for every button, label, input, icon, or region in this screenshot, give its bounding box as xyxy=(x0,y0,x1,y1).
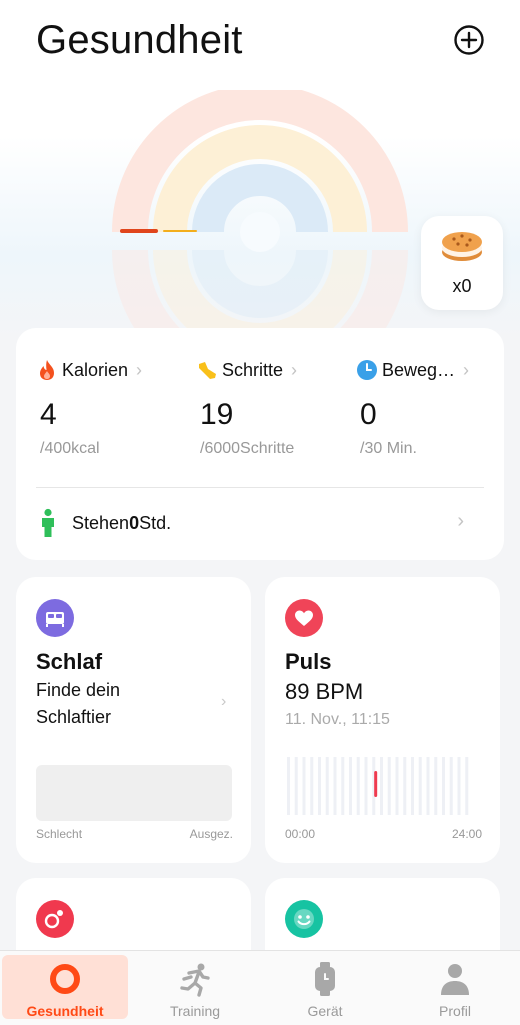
pulse-grid-column xyxy=(449,757,453,815)
pulse-title: Puls xyxy=(285,649,332,674)
pulse-grid-column xyxy=(411,757,414,815)
smile-icon xyxy=(285,900,323,938)
movement-value: 0 xyxy=(360,398,377,431)
activity-rings[interactable] xyxy=(110,90,410,330)
pulse-end-label: 24:00 xyxy=(451,827,482,841)
sleep-left-label: Schlecht xyxy=(36,827,83,841)
pulse-start-label: 00:00 xyxy=(285,827,316,841)
sleep-title: Schlaf xyxy=(36,649,103,674)
tab-profile-label: Profil xyxy=(439,1003,471,1019)
cookie-icon xyxy=(442,232,482,261)
ring-icon xyxy=(50,964,80,994)
pulse-grid-column xyxy=(356,757,360,815)
running-icon xyxy=(180,963,210,997)
bed-icon xyxy=(36,599,74,637)
page-title: Gesundheit xyxy=(36,18,243,62)
pulse-value: 89 BPM xyxy=(285,679,364,704)
pulse-timestamp: 11. Nov., 11:15 xyxy=(285,711,390,728)
steps-value: 19 xyxy=(200,398,234,431)
flame-icon xyxy=(40,360,54,380)
pulse-grid-column xyxy=(310,757,314,815)
movement-stat[interactable]: Beweg… › 0 /30 Min. xyxy=(356,358,506,457)
shoe-icon xyxy=(199,362,216,379)
pulse-grid-column xyxy=(418,757,422,815)
clock-icon xyxy=(357,360,377,380)
pulse-chart xyxy=(287,757,469,815)
blood-oxygen-card[interactable] xyxy=(16,878,251,958)
chevron-right-icon: › xyxy=(457,510,464,532)
pulse-card[interactable]: Puls 89 BPM 11. Nov., 11:15 00:00 24:00 xyxy=(265,577,500,863)
pulse-grid-column xyxy=(380,757,383,815)
pulse-grid-column xyxy=(294,757,298,815)
watch-icon xyxy=(315,962,335,996)
pulse-grid-column xyxy=(302,757,306,815)
tab-device[interactable]: Gerät xyxy=(262,955,388,1019)
sleep-subtitle: Finde dein Schlaftier xyxy=(36,680,121,727)
tab-device-label: Gerät xyxy=(307,1003,343,1019)
pulse-grid-column xyxy=(457,757,461,815)
steps-label: Schritte xyxy=(222,359,284,380)
steps-stat[interactable]: Schritte › 19 /6000Schritte xyxy=(196,358,346,457)
person-icon xyxy=(441,964,469,995)
pulse-grid-column xyxy=(442,757,445,815)
tab-profile[interactable]: Profil xyxy=(392,955,518,1019)
add-button[interactable] xyxy=(453,24,485,56)
mood-card[interactable] xyxy=(265,878,500,958)
heart-icon xyxy=(285,599,323,637)
movement-label: Beweg… xyxy=(382,359,456,380)
pulse-grid-column xyxy=(349,757,352,815)
stand-unit: Std. xyxy=(139,512,172,533)
cookie-count: x0 xyxy=(452,276,472,296)
calories-stat[interactable]: Kalorien › 4 /400kcal xyxy=(36,358,186,457)
tab-health-label: Gesundheit xyxy=(26,1003,104,1019)
stand-value: 0 xyxy=(129,512,140,533)
chevron-right-icon: › xyxy=(136,359,143,380)
pulse-grid-column xyxy=(333,757,337,815)
tab-training[interactable]: Training xyxy=(132,955,258,1019)
calories-label: Kalorien xyxy=(62,359,129,380)
pulse-grid-column xyxy=(341,757,345,815)
movement-goal: /30 Min. xyxy=(360,440,417,457)
pulse-grid-column xyxy=(434,757,438,815)
stand-row[interactable]: Stehen 0 Std. xyxy=(36,508,171,538)
chevron-right-icon: › xyxy=(221,693,227,710)
pulse-grid-column xyxy=(395,757,399,815)
steps-goal: /6000Schritte xyxy=(200,440,295,457)
pulse-grid-column xyxy=(387,757,391,815)
tab-health[interactable]: Gesundheit xyxy=(2,955,128,1019)
pulse-grid-column xyxy=(318,757,321,815)
bottom-tab-bar: Gesundheit Training Gerät Profil xyxy=(0,950,520,1025)
calories-goal: /400kcal xyxy=(40,440,100,457)
pulse-grid-column xyxy=(403,757,407,815)
stand-label: Stehen xyxy=(72,512,130,533)
pulse-grid-column xyxy=(426,757,430,815)
chevron-right-icon: › xyxy=(291,359,298,380)
pulse-grid-column xyxy=(465,757,469,815)
pulse-grid-column xyxy=(287,757,290,815)
chevron-right-icon: › xyxy=(463,359,470,380)
standing-person-icon xyxy=(42,508,54,537)
pulse-reading-marker xyxy=(374,771,378,797)
activity-summary-card[interactable]: Kalorien › 4 /400kcal Schritte › 19 /600… xyxy=(16,328,504,560)
tab-training-label: Training xyxy=(169,1003,221,1019)
sleep-right-label: Ausgez. xyxy=(189,827,233,841)
sleep-quality-bar xyxy=(36,765,232,821)
o2-icon xyxy=(36,900,74,938)
calories-value: 4 xyxy=(40,398,57,431)
sleep-card[interactable]: Schlaf Finde dein Schlaftier › Schlecht … xyxy=(16,577,251,863)
pulse-grid-column xyxy=(364,757,368,815)
divider xyxy=(36,487,484,488)
pulse-grid-column xyxy=(325,757,329,815)
cookie-reward-card[interactable]: x0 xyxy=(421,216,503,310)
